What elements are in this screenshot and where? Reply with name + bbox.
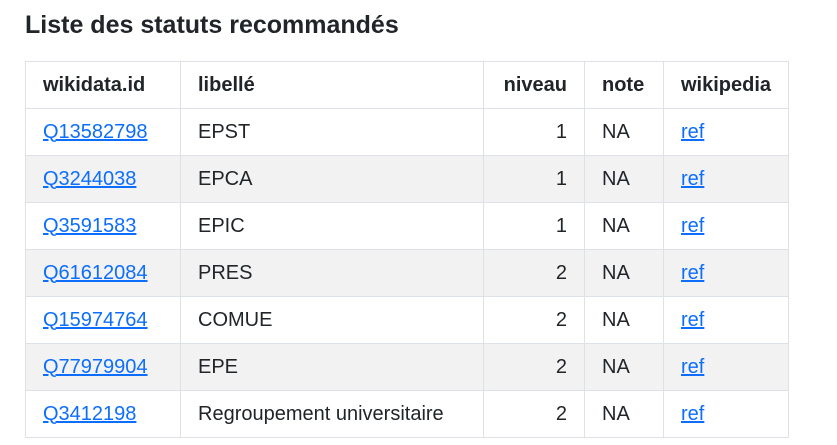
cell-libelle: Regroupement universitaire (180, 390, 484, 438)
cell-note: NA (584, 155, 664, 203)
table-row: Q3244038 EPCA 1 NA ref (25, 155, 790, 203)
cell-wikipedia: ref (662, 202, 790, 250)
wikidata-link[interactable]: Q15974764 (43, 309, 148, 331)
cell-libelle: PRES (180, 249, 484, 297)
cell-niveau: 1 (483, 202, 585, 250)
header-wikipedia: wikipedia (662, 61, 790, 109)
header-note: note (584, 61, 664, 109)
cell-note: NA (584, 296, 664, 344)
wikipedia-ref-link[interactable]: ref (681, 262, 704, 284)
statuts-table: wikidata.id libellé niveau note wikipedi… (25, 61, 790, 438)
wikipedia-ref-link[interactable]: ref (681, 215, 704, 237)
cell-note: NA (584, 108, 664, 156)
header-niveau: niveau (483, 61, 585, 109)
cell-wikipedia: ref (662, 343, 790, 391)
cell-niveau: 2 (483, 296, 585, 344)
cell-libelle: EPIC (180, 202, 484, 250)
table-row: Q3591583 EPIC 1 NA ref (25, 202, 790, 250)
cell-niveau: 1 (483, 108, 585, 156)
table-row: Q77979904 EPE 2 NA ref (25, 343, 790, 391)
wikipedia-ref-link[interactable]: ref (681, 403, 704, 425)
cell-wikipedia: ref (662, 155, 790, 203)
cell-note: NA (584, 390, 664, 438)
cell-wikidata-id: Q3244038 (25, 155, 181, 203)
wikidata-link[interactable]: Q77979904 (43, 356, 148, 378)
wikipedia-ref-link[interactable]: ref (681, 121, 704, 143)
table-row: Q61612084 PRES 2 NA ref (25, 249, 790, 297)
cell-wikidata-id: Q3412198 (25, 390, 181, 438)
cell-note: NA (584, 202, 664, 250)
wikidata-link[interactable]: Q3412198 (43, 403, 136, 425)
table-row: Q13582798 EPST 1 NA ref (25, 108, 790, 156)
cell-libelle: EPCA (180, 155, 484, 203)
cell-niveau: 2 (483, 390, 585, 438)
wikipedia-ref-link[interactable]: ref (681, 309, 704, 331)
cell-niveau: 1 (483, 155, 585, 203)
cell-wikidata-id: Q61612084 (25, 249, 181, 297)
cell-note: NA (584, 343, 664, 391)
cell-wikipedia: ref (662, 108, 790, 156)
cell-libelle: COMUE (180, 296, 484, 344)
cell-wikipedia: ref (662, 296, 790, 344)
wikidata-link[interactable]: Q3591583 (43, 215, 136, 237)
cell-wikidata-id: Q15974764 (25, 296, 181, 344)
cell-niveau: 2 (483, 249, 585, 297)
header-libelle: libellé (180, 61, 484, 109)
table-header-row: wikidata.id libellé niveau note wikipedi… (25, 61, 790, 109)
table-row: Q3412198 Regroupement universitaire 2 NA… (25, 390, 790, 438)
wikidata-link[interactable]: Q3244038 (43, 168, 136, 190)
cell-wikidata-id: Q3591583 (25, 202, 181, 250)
wikidata-link[interactable]: Q13582798 (43, 121, 148, 143)
page-title: Liste des statuts recommandés (25, 11, 399, 39)
cell-wikidata-id: Q77979904 (25, 343, 181, 391)
cell-wikidata-id: Q13582798 (25, 108, 181, 156)
header-wikidata-id: wikidata.id (25, 61, 181, 109)
wikipedia-ref-link[interactable]: ref (681, 356, 704, 378)
cell-libelle: EPST (180, 108, 484, 156)
wikidata-link[interactable]: Q61612084 (43, 262, 148, 284)
table-row: Q15974764 COMUE 2 NA ref (25, 296, 790, 344)
cell-note: NA (584, 249, 664, 297)
cell-wikipedia: ref (662, 249, 790, 297)
cell-wikipedia: ref (662, 390, 790, 438)
cell-libelle: EPE (180, 343, 484, 391)
wikipedia-ref-link[interactable]: ref (681, 168, 704, 190)
cell-niveau: 2 (483, 343, 585, 391)
